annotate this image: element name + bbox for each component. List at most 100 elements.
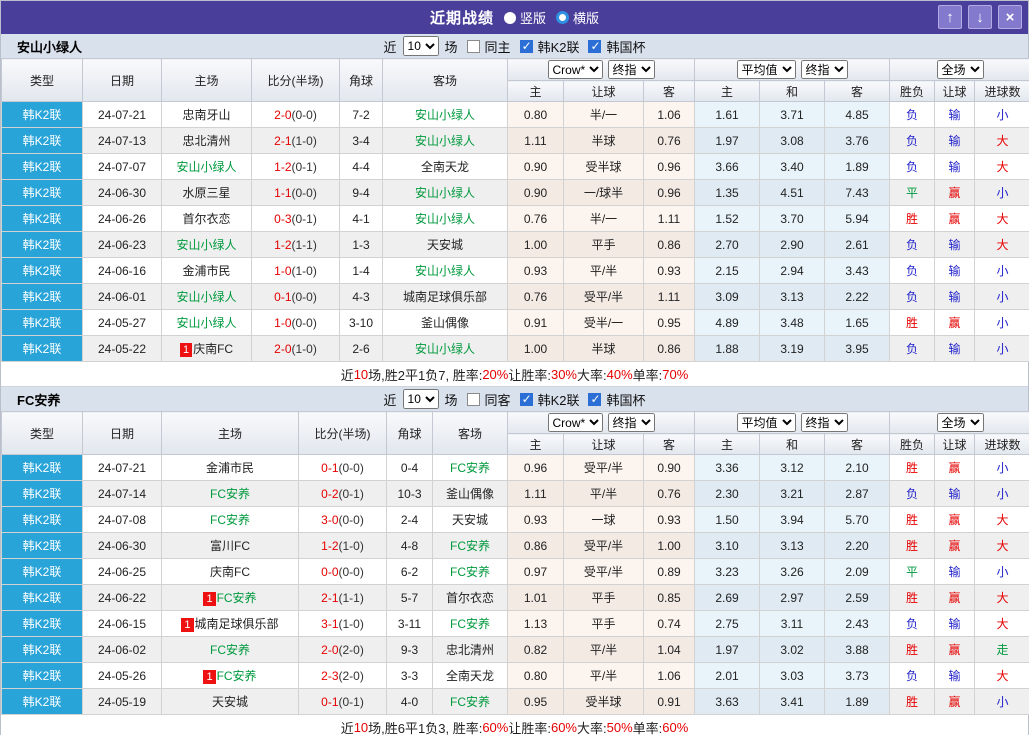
stats-text: 近 [340,720,354,735]
result-cell: 胜 [889,532,936,559]
handicap-result-cell: 输 [934,283,976,310]
avg-home-odds-cell-value: 2.75 [715,616,739,631]
avg-away-odds-cell: 3.95 [823,335,891,362]
cup-label: 韩国杯 [606,39,646,55]
league-checkbox[interactable] [519,39,533,53]
score-cell: 0-1(0-1) [298,688,387,715]
handicap-result-cell-value: 赢 [948,591,961,605]
corner-cell: 9-4 [339,179,383,206]
result-cell-value: 胜 [906,591,919,605]
corner-cell: 4-0 [386,688,433,715]
radio-icon[interactable] [503,11,516,24]
league-type-label: 韩K2联 [22,513,62,527]
goals-result-cell: 大 [974,610,1029,637]
horizontal-layout-label: 横版 [573,11,600,26]
avg-draw-odds-cell-value: 3.40 [780,159,804,174]
goals-result-cell: 大 [974,127,1029,154]
fulltime-score: 2-0 [274,107,292,122]
handicap-away-odds-cell: 0.91 [643,688,695,715]
handicap-line-cell-value: 受半球 [585,160,622,174]
stats-text: 60% [482,719,509,735]
final-odds-select[interactable]: 终指 [607,413,655,432]
vertical-layout-radio[interactable]: 竖版 [503,8,546,27]
corner-cell: 0-4 [386,454,433,481]
match-row: 韩K2联 24-05-22 1 庆南FC 2-0(1-0) 2-6 安山小绿人 1.00 半球 0… [1,335,1029,362]
handicap-result-cell: 赢 [934,688,976,715]
handicap-away-odds-cell: 0.76 [643,127,695,154]
away-team-cell: 城南足球俱乐部 [382,283,508,310]
goals-result-cell: 小 [974,101,1029,128]
final-odds-select-2[interactable]: 终指 [800,413,848,432]
horizontal-layout-radio[interactable]: 横版 [556,8,599,27]
move-up-button[interactable]: ↑ [938,5,962,29]
average-odds-select[interactable]: 平均值 [736,60,796,79]
same-venue-checkbox[interactable] [466,392,480,406]
home-team-name: 金浦市民 [182,264,231,278]
score-cell: 2-0(0-0) [251,101,340,128]
odds-provider-select[interactable]: Crow* [547,413,603,432]
recent-count-select[interactable]: 10 [402,389,439,409]
sub-header-let-line: 让球 [563,80,644,102]
recent-prefix-label: 近 [383,392,397,408]
score-column-header: 比分(半场) [298,411,387,455]
away-team-cell: 天安城 [382,231,508,258]
avg-away-odds-cell-value: 7.43 [845,185,869,200]
match-row: 韩K2联 24-06-25 庆南FC 0-0(0-0) 6-2 FC安养 0.97 受平/半 0… [1,558,1029,585]
league-type-cell: 韩K2联 [1,688,83,715]
average-odds-select[interactable]: 平均值 [736,413,796,432]
type-column-header: 类型 [1,58,83,102]
avg-home-odds-cell: 3.10 [694,532,760,559]
avg-draw-odds-cell: 2.97 [759,584,825,611]
handicap-away-odds-cell-value: 0.86 [657,341,681,356]
full-match-group-header: 全场 [889,411,1029,434]
full-match-select[interactable]: 全场 [936,60,984,79]
team-section: 安山小绿人 近 10 场 同主 韩K2联 韩国杯 类型 日期 主场 [1,34,1029,387]
home-team-name: 金浦市民 [205,461,254,475]
goals-result-cell-value: 小 [996,290,1009,304]
home-team-cell: FC安养 [161,636,299,663]
handicap-line-cell: 平/半 [563,257,644,284]
score-cell: 0-0(0-0) [298,558,387,585]
home-team-cell: 安山小绿人 [161,283,252,310]
fulltime-score: 3-0 [321,512,339,527]
recent-prefix-label: 近 [383,39,397,55]
result-cell-value: 胜 [906,695,919,709]
final-odds-select[interactable]: 终指 [607,60,655,79]
halftime-score: (0-0) [291,315,317,330]
cup-checkbox[interactable] [588,39,602,53]
same-venue-checkbox[interactable] [466,39,480,53]
handicap-line-cell: 半/一 [563,205,644,232]
fulltime-score: 1-2 [321,538,339,553]
avg-away-odds-cell: 4.85 [823,101,891,128]
match-date-label: 24-06-01 [97,289,147,304]
home-team-name: FC安养 [216,669,257,683]
stats-text: 场,胜2平1负7, 胜率: [368,367,483,383]
recent-count-select[interactable]: 10 [402,36,439,56]
home-team-cell: 忠南牙山 [161,101,252,128]
score-cell: 2-3(2-0) [298,662,387,689]
move-down-button[interactable]: ↓ [968,5,992,29]
avg-home-odds-cell-value: 1.52 [715,211,739,226]
league-type-cell: 韩K2联 [1,662,83,689]
handicap-away-odds-cell: 0.86 [643,335,695,362]
score-cell: 0-1(0-0) [251,283,340,310]
odds-provider-select[interactable]: Crow* [547,60,603,79]
close-button[interactable]: × [998,5,1022,29]
league-checkbox[interactable] [519,392,533,406]
handicap-result-cell-value: 输 [948,565,961,579]
stats-text: 单率: [632,367,663,383]
halftime-score: (1-1) [338,590,364,605]
home-team-cell: FC安养 [161,506,299,533]
cup-checkbox[interactable] [588,392,602,406]
goals-result-cell: 小 [974,283,1029,310]
away-team-name: 全南天龙 [445,669,494,683]
sub-header-goals-result: 进球数 [974,433,1029,455]
result-cell-value: 负 [906,264,919,278]
radio-selected-icon[interactable] [556,11,569,24]
league-type-cell: 韩K2联 [1,335,83,362]
match-date-cell: 24-07-21 [82,454,162,481]
final-odds-select-2[interactable]: 终指 [800,60,848,79]
avg-home-odds-cell: 1.35 [694,179,760,206]
full-match-select[interactable]: 全场 [936,413,984,432]
same-venue-label: 同主 [484,39,511,55]
